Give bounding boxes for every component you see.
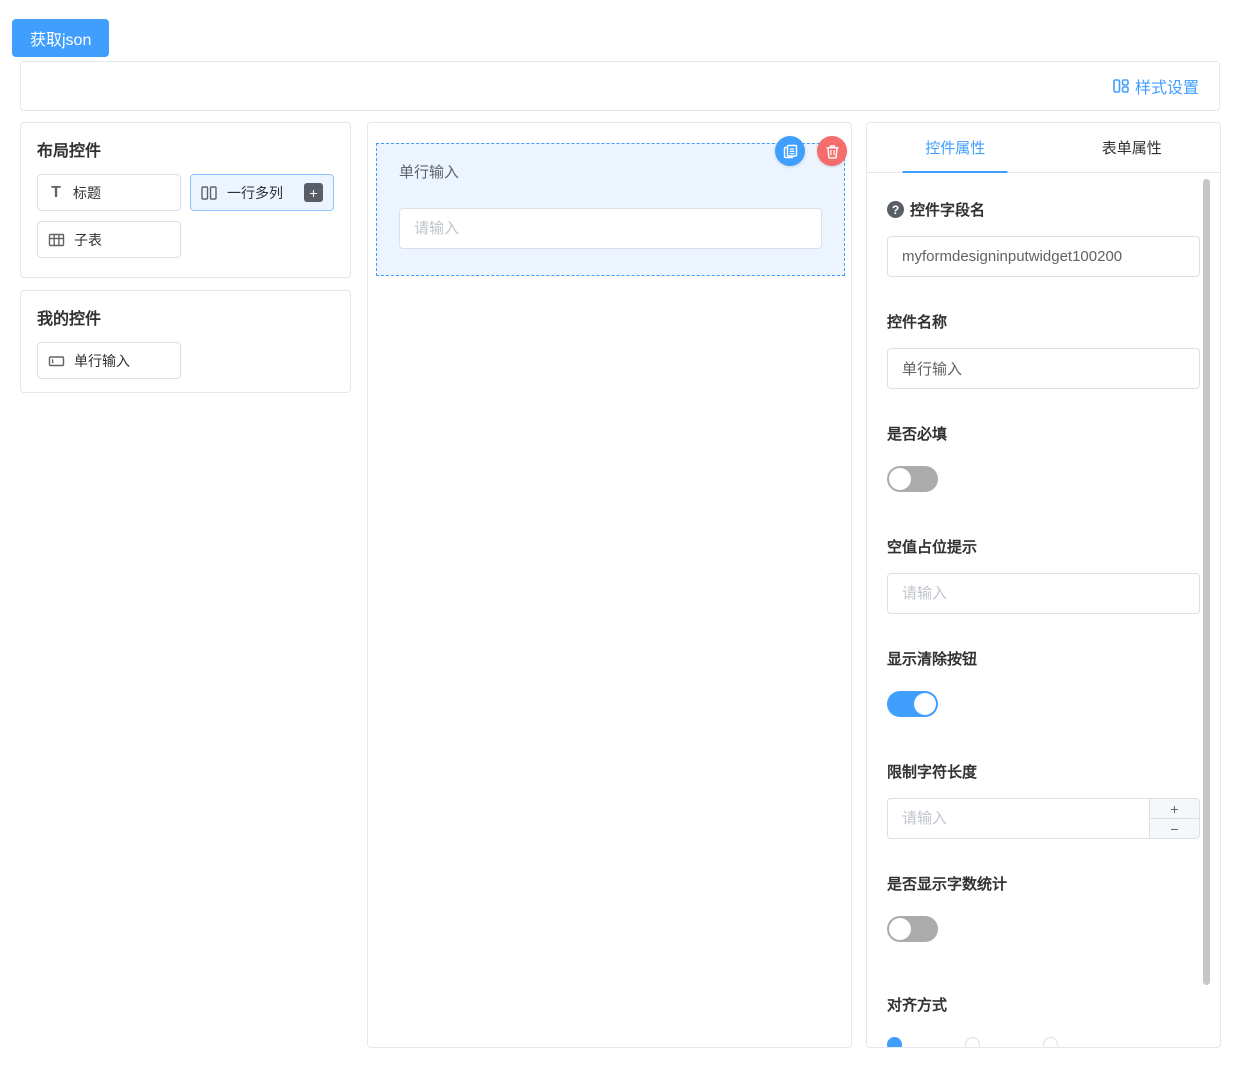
- sidebar-item-title[interactable]: T 标题: [37, 174, 181, 211]
- increase-button[interactable]: +: [1150, 799, 1199, 818]
- sidebar-item-label: 一行多列: [227, 183, 283, 203]
- field-name-group: ? 控件字段名: [887, 199, 1200, 277]
- widget-name-input[interactable]: [887, 348, 1200, 389]
- word-count-label: 是否显示字数统计: [887, 873, 1200, 894]
- my-widgets-title: 我的控件: [37, 305, 334, 329]
- max-length-label: 限制字符长度: [887, 761, 1200, 782]
- my-widgets-panel: 我的控件 单行输入: [20, 290, 351, 393]
- add-column-button[interactable]: +: [304, 183, 323, 202]
- alignment-radio-right[interactable]: [1043, 1037, 1058, 1048]
- toolbar: 样式设置: [20, 61, 1220, 111]
- widget-name-group: 控件名称: [887, 311, 1200, 389]
- layout-widgets-panel: 布局控件 T 标题 一行多列 +: [20, 122, 351, 278]
- field-name-input[interactable]: [887, 236, 1200, 277]
- tab-label: 表单属性: [1102, 137, 1162, 158]
- number-stepper: + −: [1149, 799, 1199, 838]
- tab-widget-properties[interactable]: 控件属性: [867, 123, 1044, 172]
- required-label: 是否必填: [887, 423, 1200, 444]
- trash-icon: [825, 144, 840, 159]
- input-icon: [48, 354, 65, 368]
- subtable-icon: [48, 232, 65, 248]
- help-icon[interactable]: ?: [887, 201, 904, 218]
- clearable-toggle[interactable]: [887, 691, 938, 717]
- style-settings-link[interactable]: 样式设置: [1112, 74, 1199, 98]
- alignment-radio-left[interactable]: [887, 1037, 902, 1048]
- form-canvas[interactable]: 单行输入: [367, 122, 852, 1048]
- decrease-button[interactable]: −: [1150, 818, 1199, 838]
- required-toggle[interactable]: [887, 466, 938, 492]
- style-settings-icon: [1112, 77, 1130, 95]
- delete-widget-button[interactable]: [817, 136, 847, 166]
- alignment-group: 对齐方式: [887, 994, 1200, 1048]
- clearable-group: 显示清除按钮: [887, 648, 1200, 717]
- word-count-group: 是否显示字数统计: [887, 873, 1200, 942]
- sidebar-item-label: 单行输入: [74, 351, 130, 371]
- layout-widgets-grid: T 标题 一行多列 + 子表: [37, 174, 334, 258]
- canvas-widget-input[interactable]: [399, 208, 822, 249]
- properties-tabs: 控件属性 表单属性: [867, 123, 1220, 173]
- alignment-radio-center[interactable]: [965, 1037, 980, 1048]
- copy-widget-button[interactable]: [775, 136, 805, 166]
- sidebar-item-label: 标题: [73, 183, 101, 203]
- field-name-label: 控件字段名: [910, 199, 985, 220]
- properties-content: ? 控件字段名 控件名称 是否必填 空值占位提示 显示清除按钮 限制字符长度: [867, 173, 1220, 1048]
- panel-scrollbar[interactable]: [1203, 179, 1210, 985]
- properties-panel: 控件属性 表单属性 ? 控件字段名 控件名称 是否必填 空值占位提示: [866, 122, 1221, 1048]
- sidebar-item-single-line-input[interactable]: 单行输入: [37, 342, 181, 379]
- alignment-options: [887, 1037, 1200, 1048]
- columns-icon: [201, 185, 218, 201]
- sidebar-item-label: 子表: [74, 230, 102, 250]
- alignment-label: 对齐方式: [887, 994, 1200, 1015]
- get-json-button[interactable]: 获取json: [12, 19, 109, 57]
- max-length-group: 限制字符长度 + −: [887, 761, 1200, 839]
- canvas-widget-label: 单行输入: [399, 161, 459, 182]
- sidebar-item-multicolumn[interactable]: 一行多列 +: [190, 174, 334, 211]
- placeholder-label: 空值占位提示: [887, 536, 1200, 557]
- tab-form-properties[interactable]: 表单属性: [1044, 123, 1221, 172]
- tab-label: 控件属性: [925, 137, 985, 158]
- word-count-toggle[interactable]: [887, 916, 938, 942]
- style-settings-label: 样式设置: [1135, 74, 1199, 98]
- canvas-widget-single-line-input[interactable]: 单行输入: [376, 143, 845, 276]
- widget-name-label: 控件名称: [887, 311, 1200, 332]
- clearable-label: 显示清除按钮: [887, 648, 1200, 669]
- my-widgets-grid: 单行输入: [37, 342, 334, 379]
- layout-widgets-title: 布局控件: [37, 137, 334, 161]
- sidebar-item-subtable[interactable]: 子表: [37, 221, 181, 258]
- copy-icon: [783, 144, 798, 159]
- title-icon: T: [48, 184, 64, 202]
- placeholder-input[interactable]: [887, 573, 1200, 614]
- placeholder-group: 空值占位提示: [887, 536, 1200, 614]
- required-group: 是否必填: [887, 423, 1200, 492]
